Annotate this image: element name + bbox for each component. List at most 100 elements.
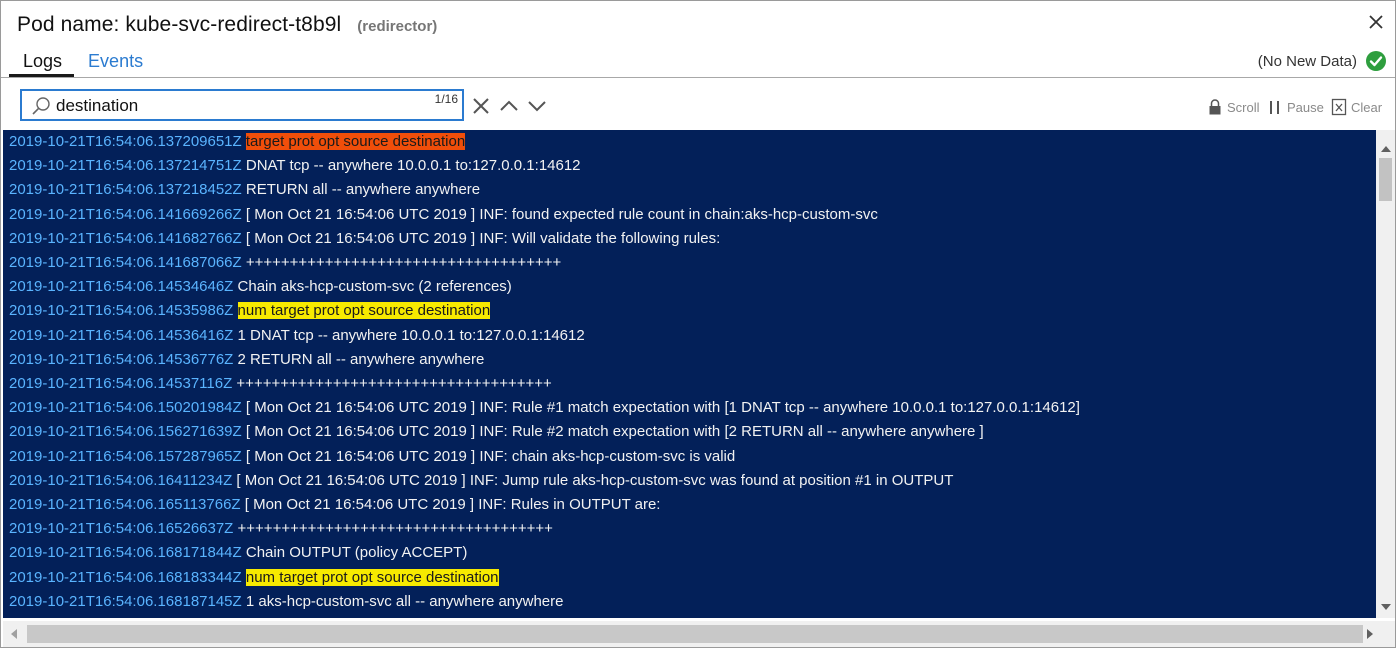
scroll-up-arrow-icon[interactable] xyxy=(1381,146,1391,152)
log-message: RETURN all -- anywhere anywhere xyxy=(245,181,481,199)
close-icon xyxy=(1369,15,1383,29)
log-line: 2019-10-21T16:54:06.168187145Z 1 aks-hcp… xyxy=(9,591,564,613)
log-line: 2019-10-21T16:54:06.16411234Z [ Mon Oct … xyxy=(9,470,953,492)
log-timestamp: 2019-10-21T16:54:06.14536416Z xyxy=(9,326,234,344)
log-line: 2019-10-21T16:54:06.14536416Z 1 DNAT tcp… xyxy=(9,325,585,347)
chevron-down-icon xyxy=(528,101,546,112)
log-message: [ Mon Oct 21 16:54:06 UTC 2019 ] INF: ch… xyxy=(245,447,736,465)
log-timestamp: 2019-10-21T16:54:06.137214751Z xyxy=(9,157,242,175)
tab-logs[interactable]: Logs xyxy=(9,49,75,77)
log-timestamp: 2019-10-21T16:54:06.168183344Z xyxy=(9,568,242,586)
log-line: 2019-10-21T16:54:06.165113766Z [ Mon Oct… xyxy=(9,494,660,516)
log-timestamp: 2019-10-21T16:54:06.165113766Z xyxy=(9,496,241,513)
horizontal-scrollbar[interactable] xyxy=(3,621,1395,647)
scroll-label: Scroll xyxy=(1227,99,1260,115)
scroll-down-arrow-icon[interactable] xyxy=(1381,604,1391,610)
log-timestamp: 2019-10-21T16:54:06.168171844Z xyxy=(9,544,242,562)
log-message: DNAT tcp -- anywhere 10.0.0.1 to:127.0.0… xyxy=(245,157,581,175)
log-message-search-match: num target prot opt source destination xyxy=(245,568,499,586)
search-icon xyxy=(32,97,50,115)
clear-button[interactable]: Clear xyxy=(1331,97,1382,117)
log-line: 2019-10-21T16:54:06.16526637Z ++++++++++… xyxy=(9,518,553,540)
pause-icon xyxy=(1270,101,1279,114)
log-line: 2019-10-21T16:54:06.141687066Z +++++++++… xyxy=(9,252,561,274)
log-message: ++++++++++++++++++++++++++++++++++++ xyxy=(236,375,552,392)
pause-button[interactable]: Pause xyxy=(1267,97,1324,117)
log-message: Chain OUTPUT (policy ACCEPT) xyxy=(245,544,468,562)
log-line: 2019-10-21T16:54:06.137214751Z DNAT tcp … xyxy=(9,155,581,177)
lock-icon xyxy=(1209,99,1221,115)
log-message: [ Mon Oct 21 16:54:06 UTC 2019 ] INF: Ru… xyxy=(244,496,661,513)
log-timestamp: 2019-10-21T16:54:06.141669266Z xyxy=(9,205,242,223)
log-timestamp: 2019-10-21T16:54:06.157287965Z xyxy=(9,447,242,465)
horizontal-scroll-thumb[interactable] xyxy=(27,625,1363,643)
tab-divider xyxy=(1,77,1395,78)
status-indicator: (No New Data) xyxy=(1258,49,1387,73)
log-line: 2019-10-21T16:54:06.14537116Z ++++++++++… xyxy=(9,373,552,395)
log-message: ++++++++++++++++++++++++++++++++++++ xyxy=(245,254,562,271)
tab-bar: Logs Events xyxy=(9,49,155,77)
log-line: 2019-10-21T16:54:06.141669266Z [ Mon Oct… xyxy=(9,204,878,226)
clear-log-icon xyxy=(1331,98,1347,116)
scroll-lock-button[interactable]: Scroll xyxy=(1207,97,1260,117)
log-timestamp: 2019-10-21T16:54:06.137218452Z xyxy=(9,181,242,199)
clear-search-button[interactable] xyxy=(470,95,492,117)
log-line: 2019-10-21T16:54:06.150201984Z [ Mon Oct… xyxy=(9,397,1080,419)
chevron-up-icon xyxy=(500,100,518,111)
log-output[interactable]: 2019-10-21T16:54:06.137209651Z target pr… xyxy=(3,130,1376,618)
log-message: ++++++++++++++++++++++++++++++++++++ xyxy=(237,520,553,538)
log-timestamp: 2019-10-21T16:54:06.14536776Z xyxy=(9,350,234,368)
log-timestamp: 2019-10-21T16:54:06.14537116Z xyxy=(9,375,233,392)
log-timestamp: 2019-10-21T16:54:06.137209651Z xyxy=(9,133,242,150)
clear-label: Clear xyxy=(1351,99,1383,115)
log-timestamp: 2019-10-21T16:54:06.168187145Z xyxy=(9,592,242,610)
search-input[interactable] xyxy=(56,94,416,118)
log-line: 2019-10-21T16:54:06.14536776Z 2 RETURN a… xyxy=(9,349,484,371)
log-timestamp: 2019-10-21T16:54:06.16411234Z xyxy=(9,471,233,489)
close-button[interactable] xyxy=(1365,11,1387,33)
log-line: 2019-10-21T16:54:06.168183344Z num targe… xyxy=(9,567,499,589)
vertical-scrollbar[interactable] xyxy=(1376,130,1395,618)
log-line: 2019-10-21T16:54:06.157287965Z [ Mon Oct… xyxy=(9,446,735,468)
log-message: 1 aks-hcp-custom-svc all -- anywhere any… xyxy=(245,592,564,610)
close-icon xyxy=(473,98,489,114)
log-message: 2 RETURN all -- anywhere anywhere xyxy=(237,350,485,368)
log-timestamp: 2019-10-21T16:54:06.141687066Z xyxy=(9,254,242,271)
container-name: (redirector) xyxy=(357,18,438,35)
log-timestamp: 2019-10-21T16:54:06.14535986Z xyxy=(9,302,234,320)
log-message-search-match: num target prot opt source destination xyxy=(237,302,491,320)
log-line: 2019-10-21T16:54:06.14535986Z num target… xyxy=(9,300,491,322)
scroll-right-arrow-icon[interactable] xyxy=(1367,629,1373,639)
scroll-left-arrow-icon[interactable] xyxy=(11,629,17,639)
check-circle-icon xyxy=(1366,51,1386,71)
log-line: 2019-10-21T16:54:06.14534646Z Chain aks-… xyxy=(9,276,512,298)
log-timestamp: 2019-10-21T16:54:06.14534646Z xyxy=(9,278,234,296)
log-timestamp: 2019-10-21T16:54:06.16526637Z xyxy=(9,520,234,538)
log-message: [ Mon Oct 21 16:54:06 UTC 2019 ] INF: Wi… xyxy=(245,229,721,247)
log-line: 2019-10-21T16:54:06.141682766Z [ Mon Oct… xyxy=(9,228,720,250)
log-message: Chain aks-hcp-custom-svc (2 references) xyxy=(237,278,512,296)
log-message: 1 DNAT tcp -- anywhere 10.0.0.1 to:127.0… xyxy=(237,326,585,344)
log-timestamp: 2019-10-21T16:54:06.141682766Z xyxy=(9,229,242,247)
log-message: [ Mon Oct 21 16:54:06 UTC 2019 ] INF: Ru… xyxy=(245,423,984,441)
log-message-search-match: target prot opt source destination xyxy=(245,133,466,150)
log-line: 2019-10-21T16:54:06.156271639Z [ Mon Oct… xyxy=(9,421,984,443)
log-line: 2019-10-21T16:54:06.137218452Z RETURN al… xyxy=(9,179,480,201)
search-box: 1/16 xyxy=(20,89,464,121)
log-timestamp: 2019-10-21T16:54:06.156271639Z xyxy=(9,423,242,441)
vertical-scroll-thumb[interactable] xyxy=(1379,158,1392,201)
title-bar: Pod name: kube-svc-redirect-t8b9l (redir… xyxy=(17,13,437,43)
previous-match-button[interactable] xyxy=(498,95,520,117)
log-message: [ Mon Oct 21 16:54:06 UTC 2019 ] INF: Ru… xyxy=(245,399,1080,417)
status-text: (No New Data) xyxy=(1257,52,1357,70)
log-timestamp: 2019-10-21T16:54:06.150201984Z xyxy=(9,399,242,417)
pause-label: Pause xyxy=(1287,99,1324,115)
tab-events[interactable]: Events xyxy=(74,49,155,77)
match-count: 1/16 xyxy=(434,92,458,106)
log-message: [ Mon Oct 21 16:54:06 UTC 2019 ] INF: Ju… xyxy=(236,471,954,489)
page-title: Pod name: kube-svc-redirect-t8b9l xyxy=(17,13,342,36)
log-line: 2019-10-21T16:54:06.168171844Z Chain OUT… xyxy=(9,542,467,564)
next-match-button[interactable] xyxy=(526,95,548,117)
log-message: [ Mon Oct 21 16:54:06 UTC 2019 ] INF: fo… xyxy=(245,205,878,223)
log-line: 2019-10-21T16:54:06.137209651Z target pr… xyxy=(9,131,466,153)
